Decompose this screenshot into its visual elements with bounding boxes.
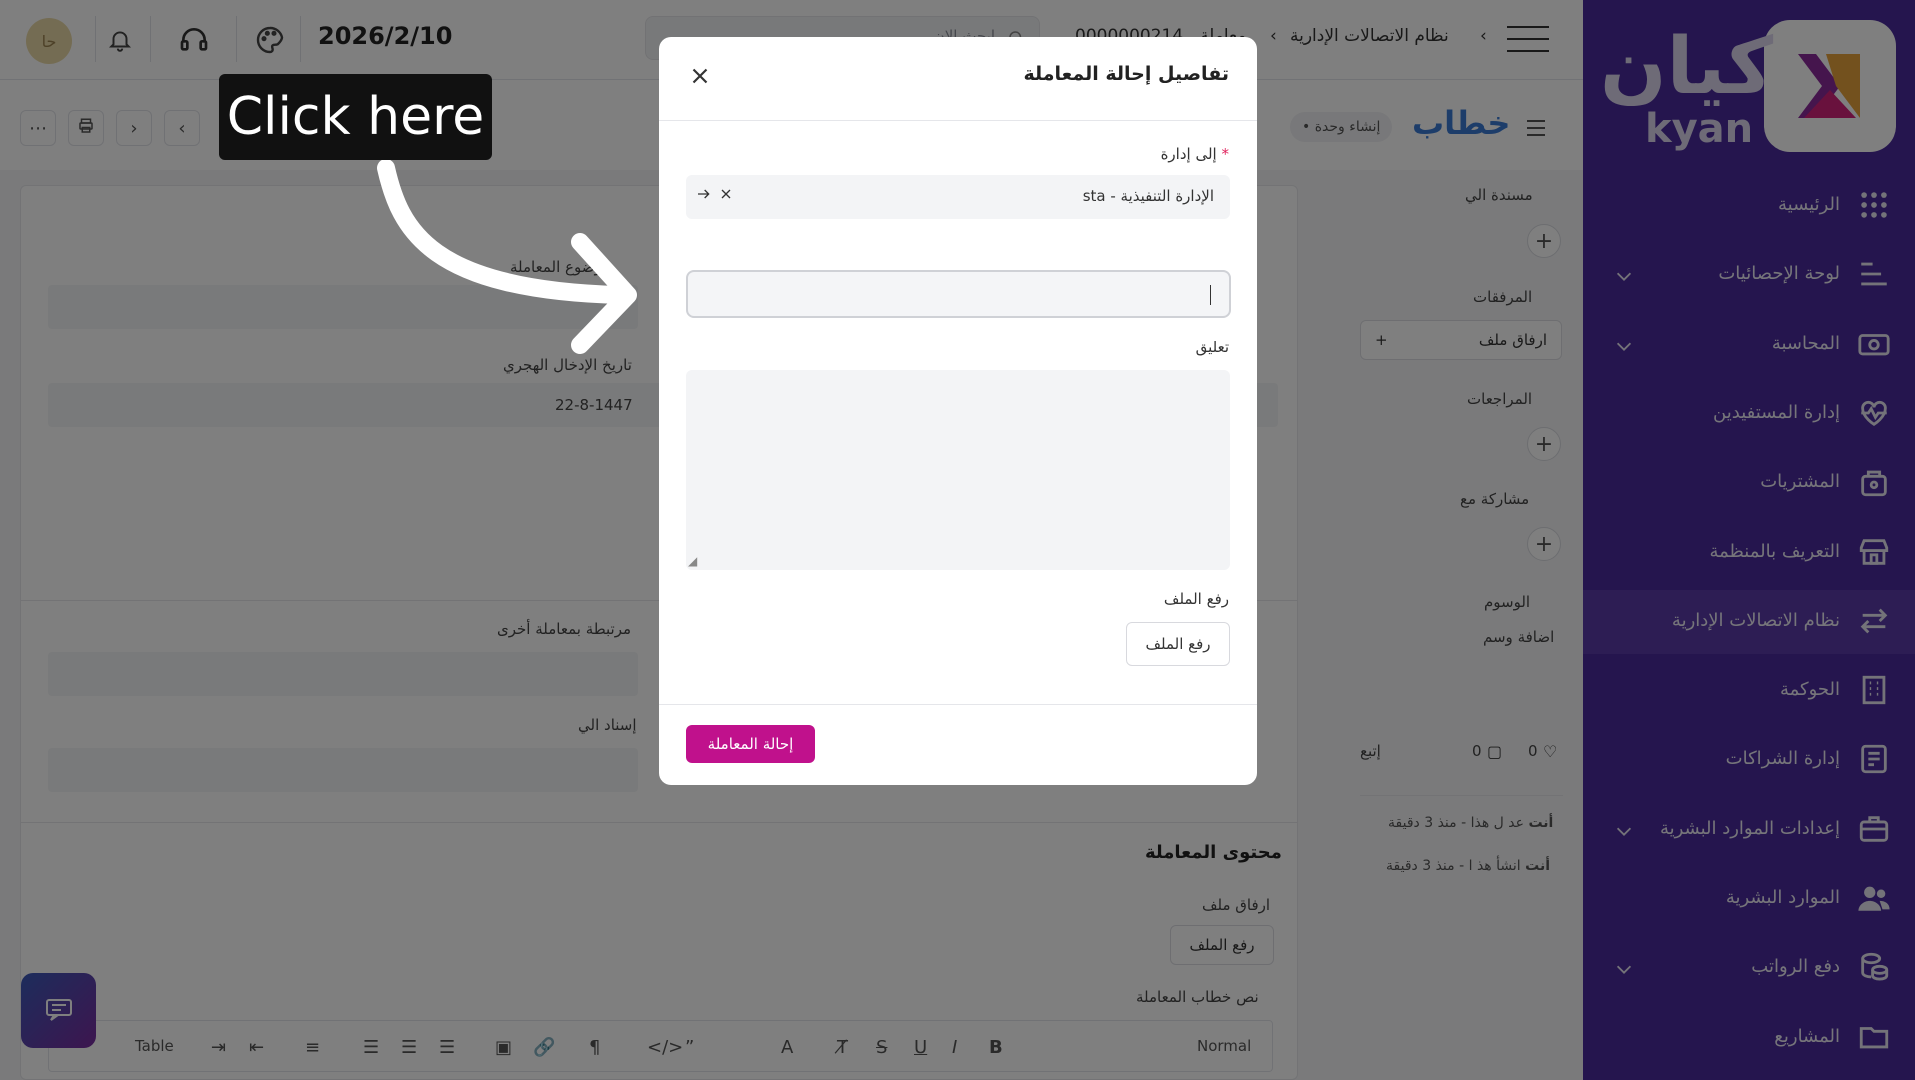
to-department-label: * إلى إدارة [1160, 145, 1229, 163]
upload-label: رفع الملف [1163, 590, 1229, 608]
to-department-select[interactable]: الإدارة التنفيذية - sta [686, 175, 1230, 219]
highlighted-input-area [661, 247, 1255, 341]
click-here-callout: Click here [219, 74, 492, 160]
curved-arrow-icon [377, 160, 637, 354]
close-icon[interactable] [687, 63, 713, 89]
referral-modal: تفاصيل إحالة المعاملة * إلى إدارة الإدار… [659, 37, 1257, 785]
highlighted-text-input[interactable] [686, 270, 1231, 318]
modal-upload-button[interactable]: رفع الملف [1126, 622, 1230, 666]
to-department-value: الإدارة التنفيذية - sta [1082, 187, 1214, 205]
clear-icon[interactable] [718, 186, 734, 206]
arrow-right-icon[interactable] [696, 186, 712, 206]
refer-transaction-button[interactable]: إحالة المعاملة [686, 725, 815, 763]
comment-textarea[interactable]: ◢ [686, 370, 1230, 570]
text-caret [1210, 285, 1211, 305]
modal-title: تفاصيل إحالة المعاملة [1023, 63, 1229, 85]
resize-handle-icon[interactable]: ◢ [688, 554, 697, 568]
